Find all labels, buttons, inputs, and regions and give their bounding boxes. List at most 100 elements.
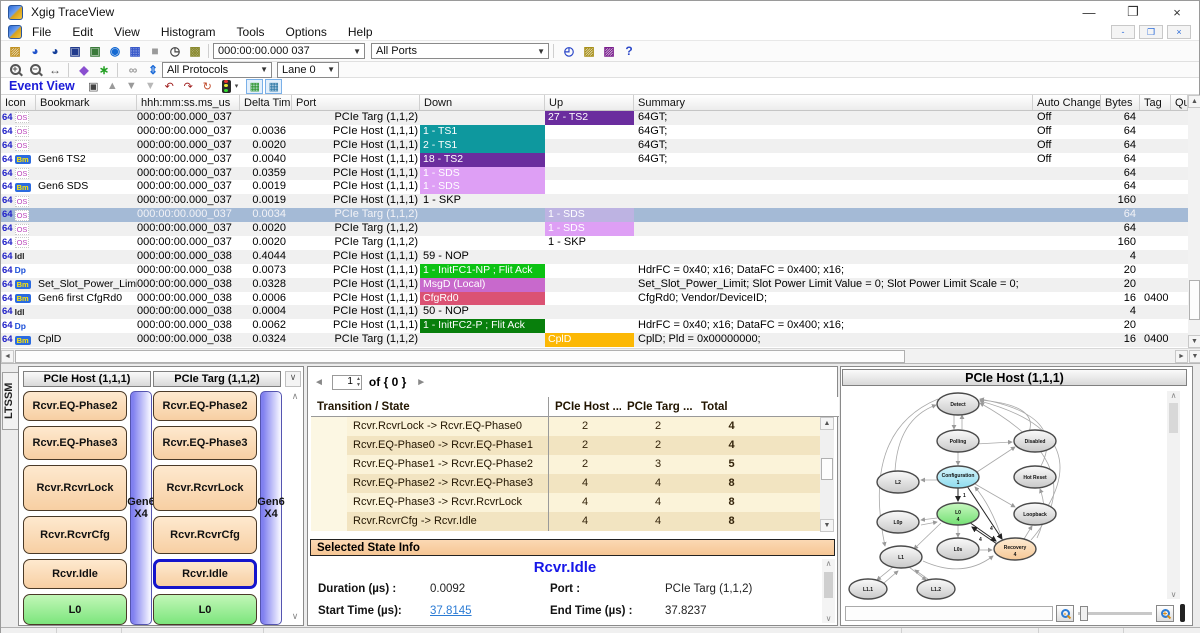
filter-icon[interactable]: ▼: [142, 79, 159, 94]
transition-scrollbar[interactable]: ▲ ▼: [820, 417, 834, 532]
save-icon[interactable]: ▣: [66, 43, 84, 59]
packet-chip[interactable]: 18 - TS2: [420, 153, 545, 167]
packet-chip[interactable]: MsgD (Local): [420, 278, 545, 292]
state-node-l0[interactable]: L04: [937, 503, 979, 525]
ltssm-state-rcvr-rcvrlock[interactable]: Rcvr.RcvrLock: [23, 465, 127, 511]
packet-chip[interactable]: 1 - SDS: [545, 208, 634, 222]
table-row[interactable]: 64OS000:00:00.000_0370.0020PCIe Targ (1,…: [1, 222, 1188, 236]
table-horizontal-scrollbar[interactable]: ◄ ► ▼: [1, 348, 1200, 363]
table-vertical-scrollbar[interactable]: ▲ ▼: [1188, 95, 1200, 348]
column-header-0[interactable]: Icon: [1, 95, 36, 110]
ltssm-state-rcvr-eq-phase3[interactable]: Rcvr.EQ-Phase3: [153, 426, 257, 460]
traffic-dropdown-icon[interactable]: ▾: [235, 82, 239, 90]
info-scroll-up-icon[interactable]: ∧: [822, 559, 835, 568]
packet-text[interactable]: 50 - NOP: [420, 305, 469, 317]
tag-icon[interactable]: ◆: [75, 62, 93, 78]
grid-view-icon[interactable]: ▦: [126, 43, 144, 59]
ltssm-state-rcvr-rcvrcfg[interactable]: Rcvr.RcvrCfg: [153, 516, 257, 554]
packet-chip[interactable]: CplD: [545, 333, 634, 347]
column-header-4[interactable]: Port: [292, 95, 420, 110]
mdi-minimize-button[interactable]: -: [1111, 25, 1135, 39]
ports-dropdown-icon[interactable]: ▼: [534, 47, 548, 56]
state-node-loopback[interactable]: Loopback: [1014, 503, 1056, 525]
diagram-scroll-down-icon[interactable]: ∨: [1167, 590, 1180, 599]
timer-icon[interactable]: ◷: [166, 43, 184, 59]
transition-scroll-up-icon[interactable]: ▲: [820, 417, 834, 430]
table-row[interactable]: 64Idl000:00:00.000_0380.4044PCIe Host (1…: [1, 250, 1188, 264]
jump-back-icon[interactable]: ↶: [161, 79, 178, 94]
menu-item-file[interactable]: File: [32, 25, 51, 39]
diagram-scroll-thumb[interactable]: [1169, 403, 1178, 433]
ltssm-scroll-up-icon[interactable]: ∧: [289, 391, 301, 403]
menu-item-view[interactable]: View: [114, 25, 140, 39]
table-row[interactable]: 64Dp000:00:00.000_0380.0073PCIe Host (1,…: [1, 264, 1188, 278]
time-dropdown-icon[interactable]: ▼: [350, 47, 364, 56]
packet-text[interactable]: 59 - NOP: [420, 250, 469, 262]
pager-prev-icon[interactable]: ◄: [314, 377, 324, 388]
ltssm-state-rcvr-eq-phase3[interactable]: Rcvr.EQ-Phase3: [23, 426, 127, 460]
transition-scroll-down-icon[interactable]: ▼: [820, 519, 834, 532]
ltssm-state-l0[interactable]: L0: [23, 594, 127, 625]
packet-chip[interactable]: 1 - SDS: [545, 222, 634, 236]
ltssm-targ-header[interactable]: PCIe Targ (1,1,2): [153, 371, 281, 387]
transition-row[interactable]: Rcvr.EQ-Phase1 -> Rcvr.EQ-Phase2235: [311, 455, 839, 474]
menu-item-tools[interactable]: Tools: [237, 25, 265, 39]
ltssm-state-diagram[interactable]: 144DetectPollingDisabledConfiguration1Ho…: [843, 389, 1163, 601]
table-row[interactable]: 64OS000:00:00.000_0370.0034PCIe Targ (1,…: [1, 208, 1188, 222]
table-row[interactable]: 64Dp000:00:00.000_0380.0062PCIe Host (1,…: [1, 319, 1188, 333]
diagram-scroll-up-icon[interactable]: ∧: [1167, 391, 1180, 400]
packet-chip[interactable]: 2 - TS1: [420, 139, 545, 153]
pager-spinner[interactable]: ▲▼: [356, 376, 361, 388]
expert-view-icon[interactable]: ▨: [600, 43, 618, 59]
table-row[interactable]: 64OS000:00:00.000_037PCIe Targ (1,1,2)27…: [1, 111, 1188, 125]
diagram-title[interactable]: PCIe Host (1,1,1): [842, 369, 1187, 386]
expand-grid-icon[interactable]: ▦: [246, 79, 263, 94]
clock-info-icon[interactable]: ◴: [560, 43, 578, 59]
ltssm-host-header[interactable]: PCIe Host (1,1,1): [23, 371, 151, 387]
state-node-configuration[interactable]: Configuration1: [937, 466, 979, 488]
column-header-11[interactable]: Qu: [1171, 95, 1188, 110]
packet-text[interactable]: 1 - SKP: [420, 194, 461, 206]
scroll-up-icon[interactable]: ▲: [1188, 95, 1200, 108]
start-time-link[interactable]: 37.8145: [430, 605, 472, 617]
cascade-windows-icon[interactable]: ▨: [580, 43, 598, 59]
column-header-9[interactable]: Bytes: [1101, 95, 1140, 110]
export-trace-icon[interactable]: ◕: [26, 43, 44, 59]
continuous-icon[interactable]: ↻: [199, 79, 216, 94]
capture-settings-icon[interactable]: ◉: [106, 43, 124, 59]
updown-sync-icon[interactable]: ⇕: [144, 62, 162, 78]
info-scrollbar[interactable]: ∧ ∨: [822, 559, 835, 623]
open-trace-icon[interactable]: ▨: [6, 43, 24, 59]
stop-capture-icon[interactable]: ■: [146, 43, 164, 59]
ltssm-state-rcvr-eq-phase2[interactable]: Rcvr.EQ-Phase2: [153, 391, 257, 421]
menu-item-histogram[interactable]: Histogram: [161, 25, 216, 39]
select-event-icon[interactable]: ▣: [85, 79, 102, 94]
jump-forward-icon[interactable]: ↷: [180, 79, 197, 94]
state-node-hot-reset[interactable]: Hot Reset: [1014, 466, 1056, 488]
table-row[interactable]: 64BmCplD000:00:00.000_0380.0324PCIe Targ…: [1, 333, 1188, 347]
protocols-select[interactable]: All Protocols ▼: [162, 62, 272, 78]
table-row[interactable]: 64BmGen6 first CfgRd0000:00:00.000_0380.…: [1, 292, 1188, 306]
hscroll-thumb[interactable]: [15, 350, 905, 363]
next-event-icon[interactable]: ▼: [123, 79, 140, 94]
table-row[interactable]: 64BmGen6 SDS000:00:00.000_0370.0019PCIe …: [1, 180, 1188, 194]
pager-next-icon[interactable]: ►: [416, 377, 426, 388]
time-field[interactable]: 000:00:00.000 037 ▼: [213, 43, 365, 59]
mdi-close-button[interactable]: ×: [1167, 25, 1191, 39]
scroll-left-icon[interactable]: ◄: [1, 350, 14, 363]
state-node-detect[interactable]: Detect: [937, 393, 979, 415]
info-scroll-down-icon[interactable]: ∨: [822, 614, 835, 623]
packet-chip[interactable]: 1 - InitFC2-P ; Flit Ack: [420, 319, 545, 333]
event-table-header[interactable]: IconBookmarkhhh:mm:ss.ms_usDelta TimePor…: [1, 95, 1188, 111]
table-row[interactable]: 64OS000:00:00.000_0370.0036PCIe Host (1,…: [1, 125, 1188, 139]
table-row[interactable]: 64OS000:00:00.000_0370.0020PCIe Targ (1,…: [1, 236, 1188, 250]
packet-chip[interactable]: 1 - SDS: [420, 180, 545, 194]
save-all-icon[interactable]: ▣: [86, 43, 104, 59]
menu-item-edit[interactable]: Edit: [72, 25, 93, 39]
zoom-slider[interactable]: [1078, 612, 1152, 615]
packet-chip[interactable]: 27 - TS2: [545, 111, 634, 125]
scroll-down-icon[interactable]: ▼: [1188, 335, 1200, 348]
packet-chip[interactable]: 1 - SDS: [420, 167, 545, 181]
table-row[interactable]: 64BmSet_Slot_Power_Limit000:00:00.000_03…: [1, 278, 1188, 292]
column-header-2[interactable]: hhh:mm:ss.ms_us: [137, 95, 240, 110]
